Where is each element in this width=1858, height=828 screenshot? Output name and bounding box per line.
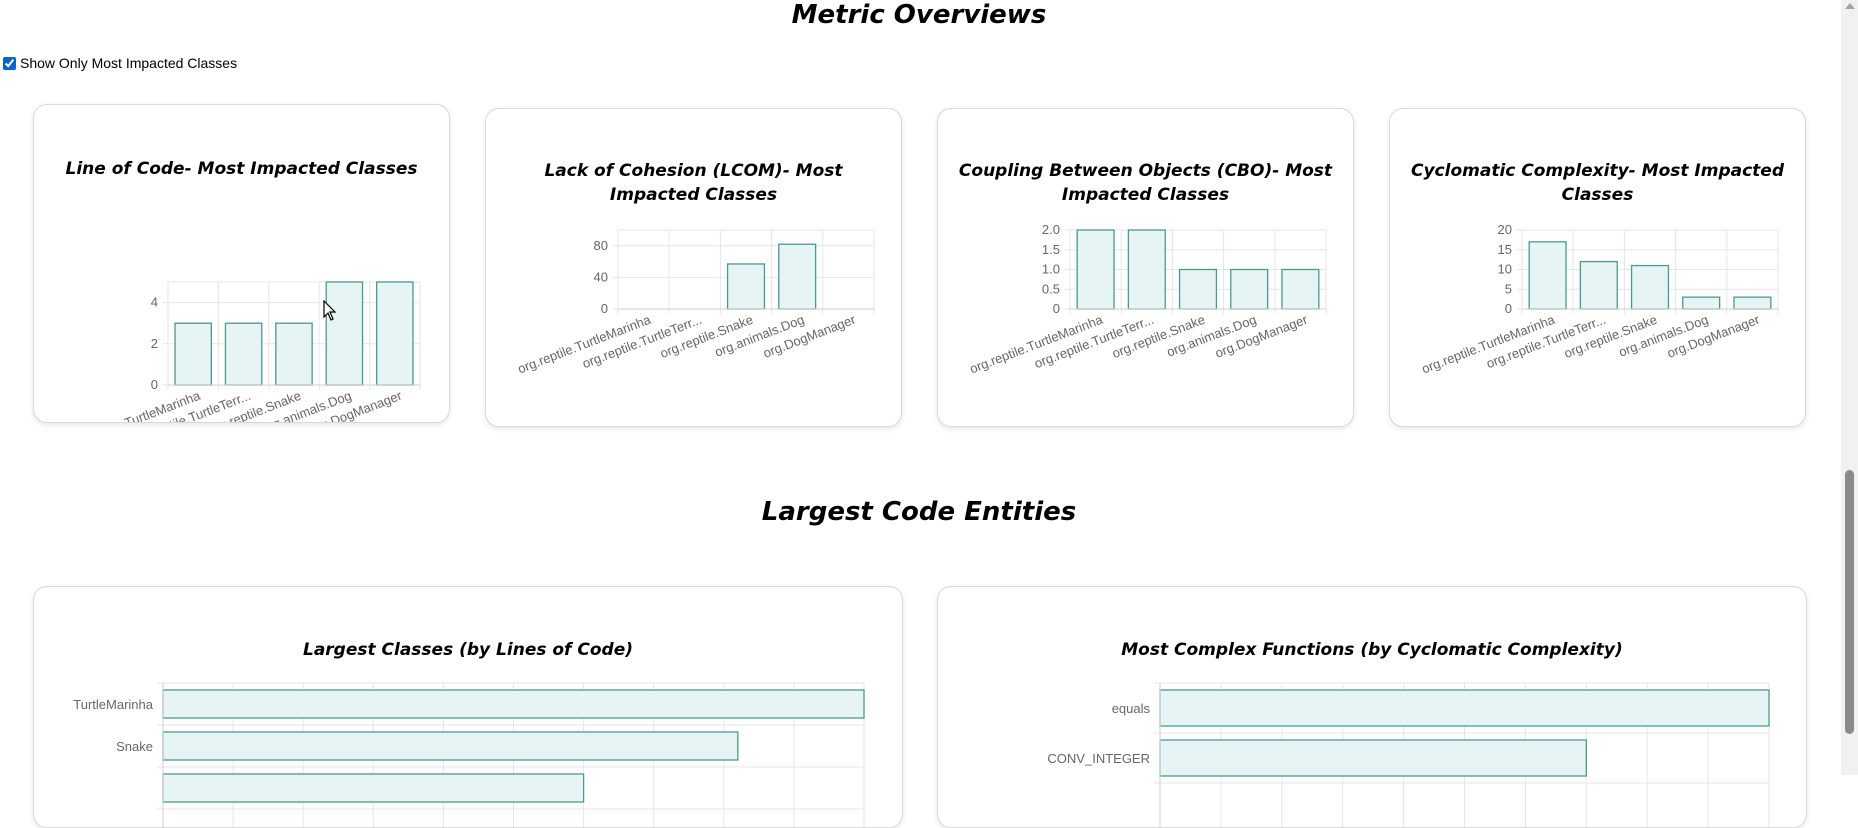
bar [325, 281, 364, 386]
bar [1733, 296, 1772, 310]
loc-chart-card: Line of Code- Most Impacted Classes 024o… [33, 104, 450, 423]
bar [162, 689, 865, 719]
y-tick-label: 0 [151, 377, 158, 392]
cc-chart: 05101520org.reptile.TurtleMarinhaorg.rep… [1420, 222, 1779, 376]
bar [1127, 229, 1166, 310]
show-most-impacted-label: Show Only Most Impacted Classes [20, 55, 238, 71]
y-tick-label: 1.5 [1042, 242, 1060, 257]
y-tick-label: 0 [601, 301, 608, 316]
y-tick-label: 20 [1498, 222, 1512, 237]
bar [1159, 689, 1770, 727]
show-most-impacted-checkbox[interactable] [3, 56, 16, 70]
mouse-pointer-icon [323, 300, 337, 321]
y-tick-label: 2.0 [1042, 222, 1060, 237]
lcom-chart-card: Lack of Cohesion (LCOM)- Most Impacted C… [485, 108, 902, 427]
bar [778, 243, 817, 310]
y-tick-label: TurtleMarinha [73, 697, 153, 712]
y-tick-label: 5 [1505, 281, 1512, 296]
bar [275, 322, 313, 386]
y-tick-label: 0 [1053, 301, 1060, 316]
bar [1076, 229, 1115, 310]
complex-functions-card: Most Complex Functions (by Cyclomatic Co… [937, 586, 1807, 828]
y-tick-label: Snake [116, 739, 153, 754]
metric-overviews-title: Metric Overviews [791, 0, 1047, 30]
bar [162, 773, 585, 803]
complex-functions-chart: equals CONV_INTEGER [1047, 682, 1770, 827]
bar [1579, 260, 1618, 310]
bar [224, 322, 263, 386]
y-tick-label: CONV_INTEGER [1047, 751, 1150, 766]
bar [1630, 264, 1670, 310]
y-tick-label: 40 [594, 269, 608, 284]
y-tick-label: 10 [1498, 262, 1512, 277]
chevron-up-icon[interactable] [1845, 3, 1855, 9]
bar [1682, 296, 1721, 310]
lcom-chart: 04080org.reptile.TurtleMarinhaorg.reptil… [516, 229, 875, 376]
bar [726, 263, 766, 310]
bar [1230, 268, 1269, 310]
cc-chart-card: Cyclomatic Complexity- Most Impacted Cla… [1389, 108, 1806, 427]
bar [1159, 739, 1587, 777]
y-tick-label: 80 [594, 238, 608, 253]
y-tick-label: 4 [151, 295, 158, 310]
y-tick-label: 0.5 [1042, 281, 1060, 296]
show-most-impacted-toggle[interactable]: Show Only Most Impacted Classes [3, 55, 237, 71]
loc-chart: 024org.reptile.TurtleMarinhaorg.reptile.… [65, 281, 421, 422]
bar [1281, 268, 1320, 310]
cbo-chart: 00.51.01.52.0org.reptile.TurtleMarinhaor… [968, 222, 1327, 376]
y-tick-label: 15 [1498, 242, 1512, 257]
y-tick-label: 2 [151, 336, 158, 351]
largest-code-entities-title: Largest Code Entities [761, 497, 1077, 527]
bar [174, 322, 212, 386]
y-tick-label: equals [1112, 701, 1151, 716]
bar [376, 281, 414, 386]
bar [1178, 268, 1218, 310]
largest-classes-chart: TurtleMarinha Snake [73, 682, 865, 827]
bar [162, 731, 739, 761]
page-scrollbar[interactable] [1841, 0, 1858, 775]
bar [1528, 241, 1567, 310]
y-tick-label: 1.0 [1042, 262, 1060, 277]
y-tick-label: 0 [1505, 301, 1512, 316]
largest-classes-card: Largest Classes (by Lines of Code) Turtl… [33, 586, 903, 828]
scrollbar-thumb[interactable] [1845, 470, 1854, 734]
cbo-chart-card: Coupling Between Objects (CBO)- Most Imp… [937, 108, 1354, 427]
